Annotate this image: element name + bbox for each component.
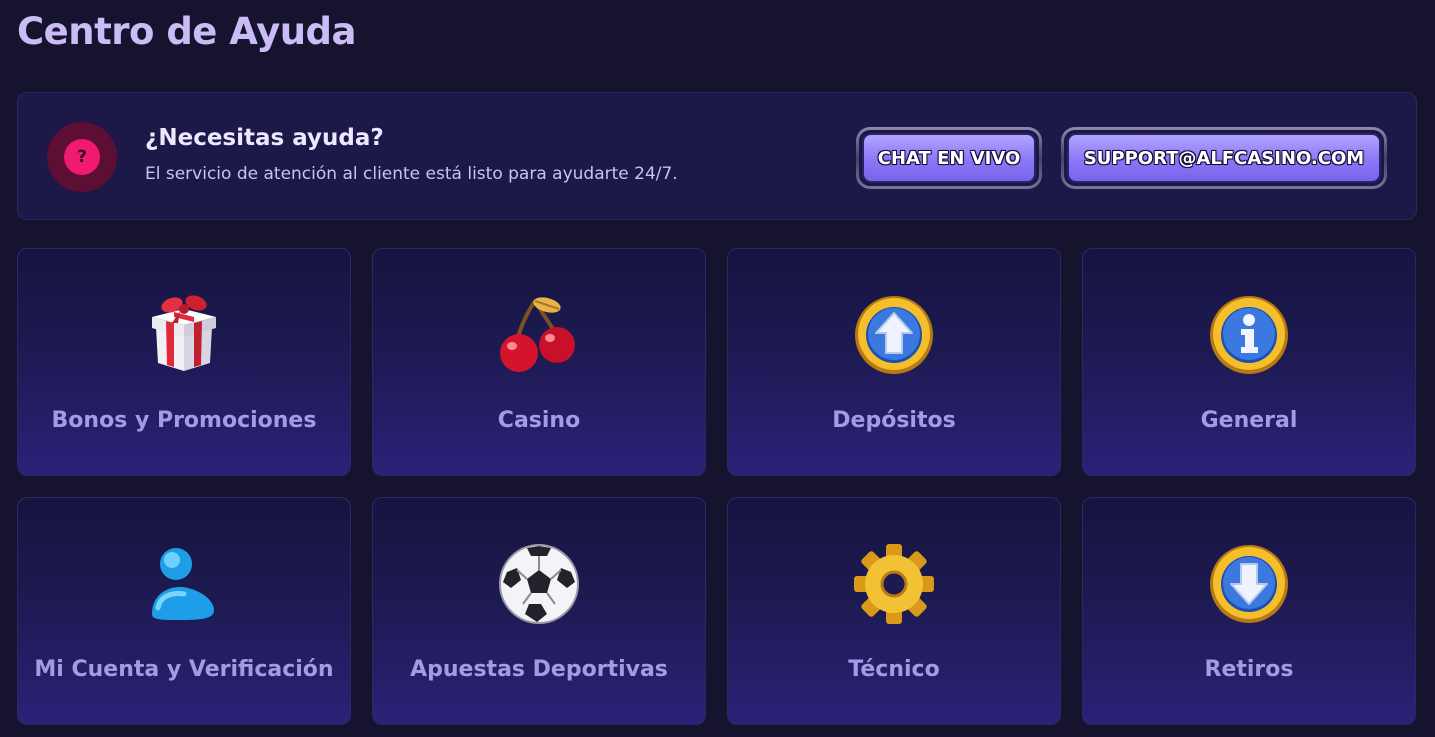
category-label: Técnico <box>848 657 940 682</box>
category-card-casino[interactable]: Casino <box>372 248 706 476</box>
support-email-label: SUPPORT@ALFCASINO.COM <box>1067 133 1381 183</box>
help-heading: ¿Necesitas ayuda? <box>145 125 384 151</box>
category-card-bonuses[interactable]: Bonos y Promociones <box>17 248 351 476</box>
category-label: Depósitos <box>832 408 956 433</box>
category-card-account[interactable]: Mi Cuenta y Verificación <box>17 497 351 725</box>
category-label: Retiros <box>1204 657 1294 682</box>
help-icon-ring: ? <box>47 122 117 192</box>
category-card-general[interactable]: General <box>1082 248 1416 476</box>
question-icon: ? <box>64 139 100 175</box>
cherries-icon <box>497 293 581 377</box>
category-card-deposits[interactable]: Depósitos <box>727 248 1061 476</box>
page-title: Centro de Ayuda <box>17 10 357 53</box>
live-chat-label: CHAT EN VIVO <box>862 133 1036 183</box>
category-label: Casino <box>497 408 581 433</box>
help-subtext: El servicio de atención al cliente está … <box>145 164 678 184</box>
category-label: Bonos y Promociones <box>51 408 317 433</box>
info-coin-icon <box>1207 293 1291 377</box>
category-label: Mi Cuenta y Verificación <box>34 657 334 682</box>
category-card-withdrawals[interactable]: Retiros <box>1082 497 1416 725</box>
help-center-page: Centro de Ayuda ? ¿Necesitas ayuda? El s… <box>0 0 1435 737</box>
gear-icon <box>852 542 936 626</box>
gift-icon <box>142 293 226 377</box>
arrow-down-coin-icon <box>1207 542 1291 626</box>
arrow-up-coin-icon <box>852 293 936 377</box>
category-label: Apuestas Deportivas <box>410 657 668 682</box>
category-label: General <box>1200 408 1298 433</box>
category-grid: Bonos y Promociones Casino Depósitos Gen… <box>17 248 1416 725</box>
category-card-technical[interactable]: Técnico <box>727 497 1061 725</box>
soccer-ball-icon <box>497 542 581 626</box>
category-card-sports[interactable]: Apuestas Deportivas <box>372 497 706 725</box>
help-banner: ? ¿Necesitas ayuda? El servicio de atenc… <box>17 92 1417 220</box>
user-icon <box>142 542 226 626</box>
live-chat-button[interactable]: CHAT EN VIVO <box>856 127 1042 189</box>
support-email-button[interactable]: SUPPORT@ALFCASINO.COM <box>1061 127 1387 189</box>
